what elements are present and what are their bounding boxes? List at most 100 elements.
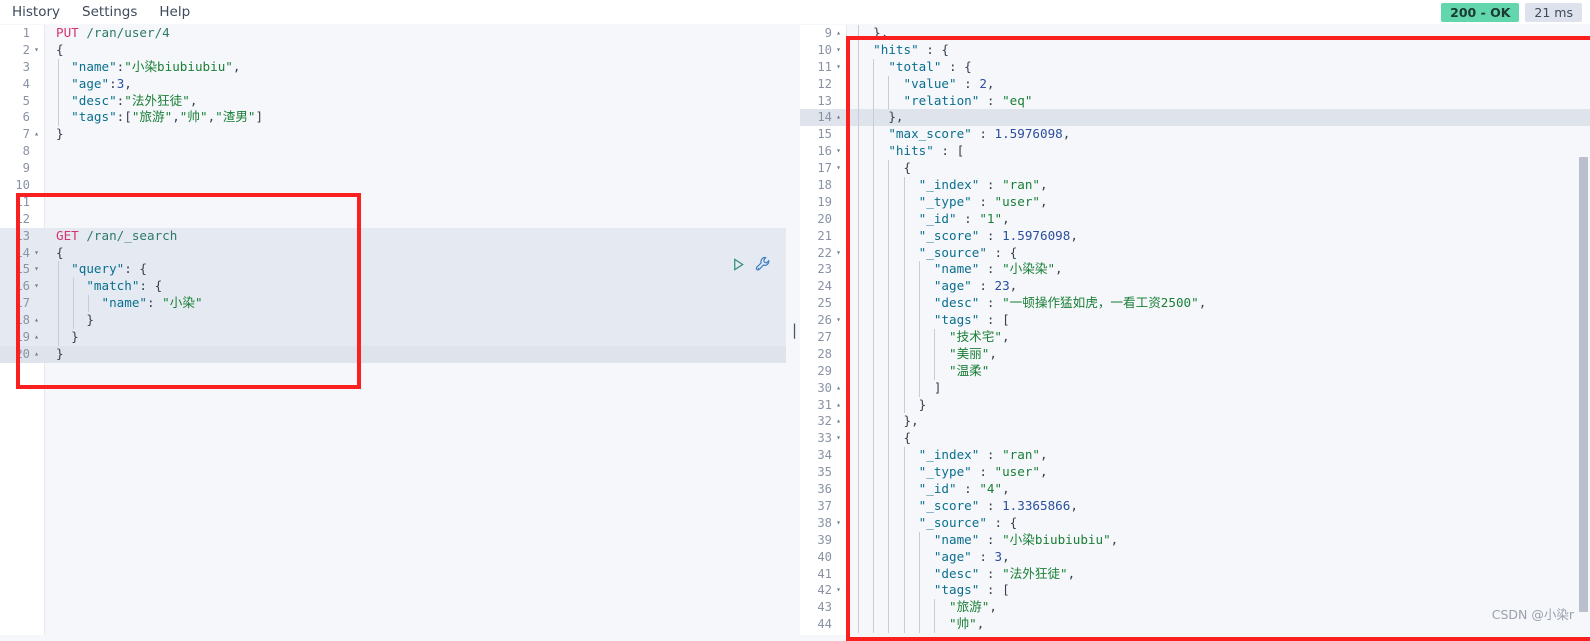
code-line[interactable]: 3 "name":"小染biubiubiu",: [0, 58, 786, 76]
code-line[interactable]: 43 "旅游",: [800, 599, 1590, 617]
menu-history[interactable]: History: [12, 2, 60, 22]
code-line[interactable]: 2 ▾ {: [0, 42, 786, 59]
fold-toggle-icon[interactable]: ▴: [834, 25, 843, 42]
code-line[interactable]: 18 ▴ }: [0, 312, 786, 330]
fold-toggle-icon[interactable]: ▴: [834, 397, 843, 414]
code-line[interactable]: 29 "温柔": [800, 362, 1590, 380]
code-line[interactable]: 28 "美丽",: [800, 345, 1590, 363]
code-line[interactable]: 41 "desc" : "法外狂徒",: [800, 565, 1590, 583]
fold-toggle-icon[interactable]: ▴: [32, 312, 41, 329]
response-editor-panel[interactable]: 9 ▴ }, 10 ▾ "hits" : {11 ▾ "total" : {12 "va…: [800, 25, 1590, 635]
fold-toggle-icon[interactable]: ▾: [32, 261, 41, 278]
fold-toggle-icon[interactable]: ▾: [834, 143, 843, 160]
request-editor-panel[interactable]: 1 PUT /ran/user/4 2 ▾{3 "name":"小染biubiubiu…: [0, 25, 786, 635]
code-line[interactable]: 31 ▴ }: [800, 396, 1590, 414]
response-scrollbar[interactable]: [1579, 157, 1588, 612]
code-line[interactable]: 14 ▾ {: [0, 244, 786, 262]
panel-resize-handle[interactable]: ||: [786, 25, 807, 635]
code-line[interactable]: 26 ▾ "tags" : [: [800, 312, 1590, 330]
code-line[interactable]: 1 PUT /ran/user/4: [0, 25, 786, 42]
code-line[interactable]: 33 ▾ {: [800, 430, 1590, 448]
indent-guide: [888, 497, 890, 515]
code-line[interactable]: 35 "_type" : "user",: [800, 464, 1590, 482]
code-line[interactable]: 19 "_type" : "user",: [800, 193, 1590, 211]
code-line[interactable]: 34 "_index" : "ran",: [800, 447, 1590, 465]
code-line[interactable]: 9 ▴ },: [800, 25, 1590, 42]
fold-toggle-icon[interactable]: ▾: [834, 42, 843, 59]
code-line[interactable]: 17 "name": "小染": [0, 295, 786, 313]
code-line[interactable]: 12 "value" : 2,: [800, 75, 1590, 93]
fold-toggle-icon[interactable]: ▾: [32, 42, 41, 59]
code-line[interactable]: 30 ▴ ]: [800, 379, 1590, 397]
fold-toggle-icon[interactable]: ▴: [32, 329, 41, 346]
code-line[interactable]: 11 ▾ "total" : {: [800, 58, 1590, 76]
code-line[interactable]: 9: [0, 160, 786, 177]
code-line[interactable]: 6 "tags":["旅游","帅","渣男"]: [0, 109, 786, 127]
play-icon[interactable]: [731, 257, 746, 272]
code-line[interactable]: 15 "max_score" : 1.5976098,: [800, 126, 1590, 144]
menu-settings[interactable]: Settings: [82, 2, 137, 22]
fold-toggle-icon[interactable]: ▴: [32, 126, 41, 143]
code-line[interactable]: 14 ▴ },: [800, 109, 1590, 127]
fold-toggle-icon[interactable]: ▴: [834, 380, 843, 397]
code-line[interactable]: 18 "_index" : "ran",: [800, 177, 1590, 194]
code-line[interactable]: 25 "desc" : "一顿操作猛如虎，一看工资2500",: [800, 295, 1590, 313]
fold-toggle-icon[interactable]: ▾: [834, 160, 843, 177]
line-number: 10: [15, 178, 30, 193]
response-code-area[interactable]: 9 ▴ }, 10 ▾ "hits" : {11 ▾ "total" : {12 "va…: [800, 25, 1590, 635]
code-line[interactable]: 19 ▴ }: [0, 329, 786, 346]
code-line[interactable]: 40 "age" : 3,: [800, 548, 1590, 566]
code-line[interactable]: 13 "relation" : "eq": [800, 92, 1590, 110]
request-code-area[interactable]: 1 PUT /ran/user/4 2 ▾{3 "name":"小染biubiubiu…: [0, 25, 786, 635]
code-line[interactable]: 22 ▾ "_source" : {: [800, 244, 1590, 262]
code-line[interactable]: 13 GET /ran/_search: [0, 227, 786, 245]
code-line[interactable]: 32 ▴ },: [800, 413, 1590, 431]
code-line[interactable]: 27 "技术宅",: [800, 329, 1590, 346]
code-line[interactable]: 38 ▾ "_source" : {: [800, 514, 1590, 532]
code-line[interactable]: 16 ▾ "hits" : [: [800, 143, 1590, 161]
code-line[interactable]: 12: [0, 211, 786, 228]
code-line[interactable]: 39 "name" : "小染biubiubiu",: [800, 531, 1590, 549]
indent-guide: [918, 329, 920, 346]
fold-toggle-icon[interactable]: ▴: [834, 109, 843, 126]
fold-toggle-icon[interactable]: ▾: [834, 312, 843, 329]
code-line[interactable]: 24 "age" : 23,: [800, 278, 1590, 296]
code-line[interactable]: 44 "帅",: [800, 616, 1590, 634]
code-line[interactable]: 23 "name" : "小染染",: [800, 261, 1590, 279]
code-line[interactable]: 20 ▴}: [0, 345, 786, 363]
code-line[interactable]: 15 ▾ "query": {: [0, 261, 786, 279]
indent-guide: [888, 177, 890, 194]
code-line[interactable]: 7 ▴}: [0, 126, 786, 143]
menu-help[interactable]: Help: [159, 2, 190, 22]
code-line[interactable]: 11: [0, 194, 786, 211]
line-number: 16: [15, 279, 30, 294]
code-line[interactable]: 36 "_id" : "4",: [800, 481, 1590, 498]
fold-toggle-icon[interactable]: ▾: [834, 582, 843, 599]
code-line[interactable]: 21 "_score" : 1.5976098,: [800, 227, 1590, 245]
fold-toggle-icon[interactable]: ▾: [32, 278, 41, 295]
code-line[interactable]: 42 ▾ "tags" : [: [800, 582, 1590, 600]
code-line[interactable]: 16 ▾ "match": {: [0, 278, 786, 296]
request-action-icons[interactable]: [731, 256, 771, 272]
fold-toggle-icon[interactable]: ▴: [32, 346, 41, 363]
code-line[interactable]: 10 ▾ "hits" : {: [800, 41, 1590, 59]
code-line[interactable]: 5 "desc":"法外狂徒",: [0, 92, 786, 110]
code-line[interactable]: 17 ▾ {: [800, 160, 1590, 178]
fold-toggle-icon[interactable]: ▾: [834, 245, 843, 262]
code-text: "desc" : "一顿操作猛如虎，一看工资2500",: [933, 295, 1207, 311]
code-line[interactable]: 4 "age":3,: [0, 75, 786, 93]
code-line[interactable]: 10: [0, 177, 786, 194]
code-text: },: [903, 413, 919, 429]
fold-toggle-icon[interactable]: ▾: [834, 59, 843, 76]
fold-toggle-icon[interactable]: ▾: [834, 515, 843, 532]
code-line[interactable]: 37 "_score" : 1.3365866,: [800, 497, 1590, 515]
code-line[interactable]: 8: [0, 143, 786, 160]
fold-toggle-icon[interactable]: ▾: [32, 245, 41, 262]
indent-guide: [888, 261, 890, 279]
indent-guide: [58, 312, 59, 330]
fold-toggle-icon[interactable]: ▾: [834, 430, 843, 447]
fold-toggle-icon[interactable]: ▴: [834, 413, 843, 430]
wrench-icon[interactable]: [755, 256, 771, 272]
code-line[interactable]: 20 "_id" : "1",: [800, 210, 1590, 228]
line-number: 20: [15, 346, 30, 361]
